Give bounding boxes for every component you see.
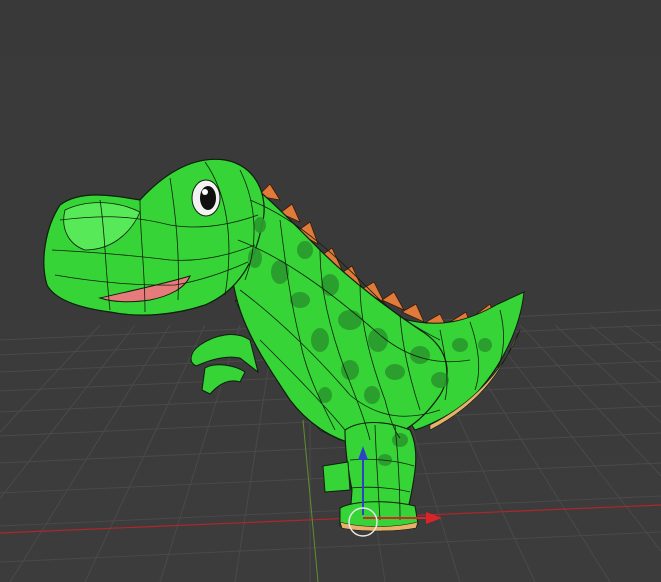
grid-line: [519, 324, 661, 477]
eye: [191, 179, 221, 217]
grid-line: [84, 324, 206, 582]
x-axis-line: [0, 504, 661, 534]
dinosaur-model[interactable]: [43, 158, 525, 532]
grid-line: [0, 324, 101, 433]
grid-line: [0, 531, 661, 563]
grid-line: [0, 324, 136, 500]
grid-line: [484, 324, 661, 552]
hand: [201, 364, 246, 395]
3d-viewport[interactable]: [0, 0, 661, 582]
grid-line: [0, 432, 661, 464]
viewport-canvas[interactable]: [0, 0, 661, 582]
rear-foot: [322, 461, 351, 493]
grid-line: [9, 324, 171, 582]
grid-line: [0, 495, 661, 527]
